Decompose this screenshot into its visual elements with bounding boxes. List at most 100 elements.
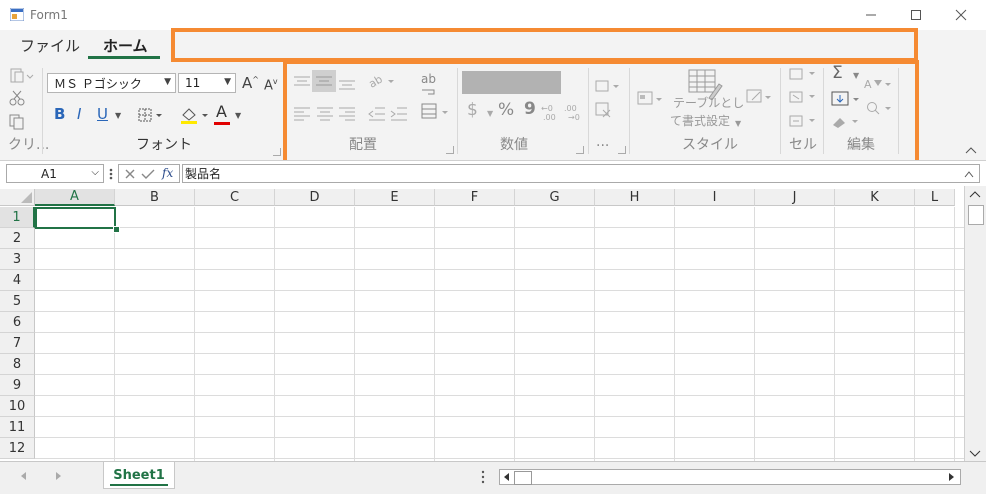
column-header[interactable]: H	[595, 189, 675, 206]
collapse-ribbon-icon[interactable]	[964, 145, 978, 155]
fill-color-icon[interactable]	[179, 105, 211, 125]
paste-icon[interactable]	[9, 66, 35, 84]
formula-buttons: fx	[118, 164, 180, 183]
cancel-icon[interactable]	[124, 168, 136, 180]
enter-icon[interactable]	[141, 168, 155, 180]
sheet-tab[interactable]: Sheet1	[103, 462, 175, 489]
maximize-icon	[911, 10, 921, 20]
select-all-icon	[21, 192, 32, 203]
active-tab-indicator	[88, 56, 160, 59]
grid-row-line	[35, 437, 964, 438]
tab-file[interactable]: ファイル	[20, 35, 80, 56]
grid-column-line	[354, 207, 355, 461]
grid-row-line	[35, 248, 964, 249]
close-button[interactable]	[946, 4, 976, 26]
horizontal-scrollbar[interactable]	[499, 469, 961, 485]
chevron-down-icon[interactable]: ▼	[235, 112, 241, 120]
minimize-icon	[866, 14, 876, 16]
splitter-handle-icon[interactable]	[108, 167, 114, 181]
sheet-bar: Sheet1	[0, 461, 986, 494]
splitter-handle-icon[interactable]	[480, 470, 486, 484]
tab-home[interactable]: ホーム	[103, 35, 148, 56]
spreadsheet-grid[interactable]: A B C D E F G H I J K L 1 2 3 4 5 6 7 8 9 10 11 12	[0, 186, 964, 461]
scroll-up-icon[interactable]	[969, 189, 981, 199]
grid-column-line	[514, 207, 515, 461]
next-sheet-icon[interactable]	[52, 470, 64, 482]
chevron-down-icon: ⌵	[91, 167, 99, 178]
grid-column-line	[914, 207, 915, 461]
bold-icon[interactable]: B	[54, 107, 65, 122]
copy-icon[interactable]	[9, 114, 25, 130]
select-all-corner[interactable]	[0, 189, 35, 206]
insert-function-icon[interactable]: fx	[162, 166, 173, 180]
grid-row-line	[35, 395, 964, 396]
italic-icon[interactable]: I	[77, 107, 81, 122]
column-header[interactable]: K	[835, 189, 915, 206]
formula-input[interactable]: 製品名	[182, 164, 980, 183]
row-header[interactable]: 12	[0, 438, 35, 459]
separator	[42, 68, 43, 154]
row-header[interactable]: 4	[0, 270, 35, 291]
column-header[interactable]: D	[275, 189, 355, 206]
font-name-combo[interactable]: ＭＳ Ｐゴシック ▼	[47, 73, 176, 93]
column-header[interactable]: E	[355, 189, 435, 206]
vertical-scrollbar[interactable]	[964, 186, 986, 461]
borders-icon[interactable]	[137, 107, 165, 123]
column-header[interactable]: I	[675, 189, 755, 206]
name-box[interactable]: A1 ⌵	[6, 164, 104, 183]
fill-handle[interactable]	[113, 226, 120, 233]
column-header[interactable]: F	[435, 189, 515, 206]
grid-column-line	[834, 207, 835, 461]
increase-font-icon[interactable]: A^	[242, 76, 259, 91]
scroll-thumb[interactable]	[968, 205, 984, 225]
grid-row-line	[35, 290, 964, 291]
grid-column-line	[674, 207, 675, 461]
decrease-font-icon[interactable]: Av	[264, 78, 278, 93]
minimize-button[interactable]	[856, 4, 886, 26]
row-header[interactable]: 8	[0, 354, 35, 375]
grid-row-line	[35, 458, 964, 459]
grid-column-line	[594, 207, 595, 461]
scroll-down-icon[interactable]	[969, 449, 981, 459]
row-header[interactable]: 9	[0, 375, 35, 396]
column-header[interactable]: L	[915, 189, 955, 206]
row-header[interactable]: 2	[0, 228, 35, 249]
row-header[interactable]: 10	[0, 396, 35, 417]
column-header[interactable]: C	[195, 189, 275, 206]
font-size-combo[interactable]: 11 ▼	[178, 73, 236, 93]
column-header[interactable]: G	[515, 189, 595, 206]
row-header[interactable]: 5	[0, 291, 35, 312]
grid-row-line	[35, 227, 964, 228]
row-header[interactable]: 6	[0, 312, 35, 333]
grid-column-line	[754, 207, 755, 461]
clipboard-group-label: クリ...	[8, 137, 50, 153]
grid-row-line	[35, 311, 964, 312]
name-box-value: A1	[41, 166, 57, 181]
highlight-box	[171, 28, 918, 62]
grid-column-line	[194, 207, 195, 461]
scroll-right-icon[interactable]	[946, 472, 956, 482]
cut-icon[interactable]	[9, 90, 25, 106]
grid-row-line	[35, 374, 964, 375]
scroll-left-icon[interactable]	[502, 472, 512, 482]
row-header[interactable]: 7	[0, 333, 35, 354]
font-color-icon[interactable]: A	[216, 104, 227, 120]
scroll-thumb[interactable]	[514, 471, 532, 485]
font-size-value: 11	[185, 76, 201, 90]
chevron-down-icon[interactable]: ▼	[115, 112, 121, 120]
font-dialog-launcher-icon[interactable]	[273, 148, 281, 156]
selected-cell[interactable]	[35, 207, 116, 229]
prev-sheet-icon[interactable]	[18, 470, 30, 482]
column-header[interactable]: A	[35, 189, 115, 206]
underline-icon[interactable]: U	[97, 107, 108, 122]
app-icon	[10, 8, 24, 21]
column-header[interactable]: B	[115, 189, 195, 206]
row-header[interactable]: 11	[0, 417, 35, 438]
row-header[interactable]: 3	[0, 249, 35, 270]
close-icon	[955, 9, 967, 21]
row-header[interactable]: 1	[0, 207, 35, 228]
expand-formula-icon[interactable]	[963, 169, 975, 179]
column-header[interactable]: J	[755, 189, 835, 206]
maximize-button[interactable]	[901, 4, 931, 26]
highlight-box	[283, 60, 919, 169]
